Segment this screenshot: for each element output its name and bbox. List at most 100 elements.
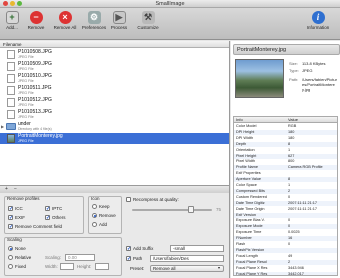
- list-bottom-bar: + −: [0, 185, 230, 193]
- iptc-checkbox[interactable]: ✓: [45, 206, 50, 212]
- property-key: Custom Rendered: [236, 194, 267, 199]
- process-button[interactable]: ▶ Process: [108, 10, 130, 38]
- add-suffix-checkbox[interactable]: ✓: [126, 246, 131, 252]
- suffix-field[interactable]: -small: [170, 245, 224, 252]
- property-row[interactable]: Color Space 1: [234, 183, 337, 188]
- property-row[interactable]: Compressed Bits 2: [234, 188, 337, 194]
- preferences-button[interactable]: ⚙ Preferences: [80, 10, 108, 38]
- path-checkbox[interactable]: ✓: [126, 256, 131, 262]
- icc-checkbox[interactable]: ✓: [8, 206, 13, 212]
- property-key: Orientation: [236, 147, 255, 152]
- property-row[interactable]: Orientation 1: [234, 147, 337, 153]
- property-row[interactable]: Pixel Height 627: [234, 153, 337, 159]
- remove-profiles-group: Remove profiles ✓ ICC ✓ IPTC ✓ EXIF ✓ Ot…: [4, 196, 84, 234]
- icon-keep-radio[interactable]: [92, 204, 97, 209]
- property-row[interactable]: DPI Width 180: [234, 136, 337, 141]
- property-row[interactable]: Focal Plane Y Res 3442.017: [234, 271, 337, 276]
- property-row[interactable]: FNumber 16: [234, 236, 337, 242]
- remove-button[interactable]: − Remove: [24, 10, 48, 38]
- property-key: Focal Plane X Res: [236, 265, 268, 270]
- width-field[interactable]: [60, 263, 74, 270]
- property-row[interactable]: DPI Height 180: [234, 129, 337, 135]
- property-value: 2: [288, 259, 291, 264]
- file-row[interactable]: P1010512.JPG JPEG File: [0, 97, 229, 108]
- customize-button[interactable]: ⚒ Customize: [134, 10, 162, 38]
- add-button[interactable]: + Add...: [2, 10, 22, 38]
- property-row[interactable]: Exposure Mode 0: [234, 224, 337, 230]
- property-row[interactable]: Focal Plane Resol 2: [234, 259, 337, 265]
- property-value: 2007:11:11 21:17: [288, 200, 317, 205]
- property-row[interactable]: Exif Version: [234, 212, 337, 218]
- property-row[interactable]: Color Model RGB: [234, 124, 337, 129]
- file-row[interactable]: P1010508.JPG JPEG File: [0, 49, 229, 60]
- quality-slider[interactable]: [132, 209, 212, 211]
- property-key: Aperture Value: [236, 177, 262, 182]
- property-value: 1: [288, 183, 291, 187]
- scaling-relative-radio[interactable]: [8, 255, 13, 260]
- property-row[interactable]: Focal Plane X Res 3443.946: [234, 265, 337, 271]
- property-row[interactable]: FlashPix Version: [234, 247, 337, 253]
- property-row[interactable]: Date Time Digitiz 2007:11:11 21:17: [234, 200, 337, 206]
- scaling-fixed-radio[interactable]: [8, 264, 13, 269]
- title-bar[interactable]: SmallImage: [0, 0, 340, 8]
- folder-row[interactable]: ▶ under Directory with 4 file(s): [0, 121, 229, 132]
- property-row[interactable]: Date Time Origin 2007:11:11 21:17: [234, 207, 337, 212]
- property-key: Pixel Width: [236, 159, 255, 164]
- path-field[interactable]: /Users/fabien/Des: [150, 255, 224, 262]
- remove-item-button[interactable]: −: [14, 186, 17, 193]
- property-row[interactable]: Flash 0: [234, 242, 337, 247]
- height-field[interactable]: [95, 263, 109, 270]
- property-key: Focal Plane Resol: [236, 259, 267, 264]
- chevron-down-icon: ▾: [218, 265, 221, 270]
- property-key: DPI Height: [236, 129, 255, 134]
- scaling-none-radio[interactable]: [8, 246, 13, 251]
- type-meta: Type: JPEG: [289, 68, 313, 73]
- property-key: Exif Version: [236, 212, 257, 217]
- quality-slider-knob[interactable]: [188, 206, 194, 213]
- remove-comment-checkbox[interactable]: ✓: [8, 224, 13, 230]
- preset-select[interactable]: Remove all: [150, 265, 224, 272]
- file-row[interactable]: P1010510.JPG JPEG File: [0, 73, 229, 84]
- property-value: 16: [288, 236, 293, 241]
- filename-column-header[interactable]: Filename: [0, 41, 229, 48]
- jpeg-file-icon: [7, 86, 15, 95]
- property-row[interactable]: Exif Properties: [234, 171, 337, 176]
- property-value: 800: [288, 159, 295, 164]
- property-value: 8: [288, 177, 291, 182]
- scaling-field[interactable]: 0.00: [65, 254, 95, 261]
- icon-remove-radio[interactable]: [92, 213, 97, 218]
- property-row[interactable]: Profile Name Camera RGB Profile: [234, 165, 337, 171]
- information-icon: i: [311, 11, 325, 24]
- information-button[interactable]: i Information: [300, 10, 336, 38]
- exif-checkbox[interactable]: ✓: [8, 215, 13, 221]
- property-value: 49: [288, 253, 293, 258]
- recompress-checkbox[interactable]: [126, 197, 131, 202]
- others-checkbox[interactable]: ✓: [45, 215, 50, 221]
- property-value: 3443.946: [288, 265, 304, 270]
- remove-icon: −: [29, 11, 43, 24]
- property-key: Compressed Bits: [236, 188, 265, 193]
- file-row[interactable]: P1010509.JPG JPEG File: [0, 61, 229, 72]
- disclosure-triangle-icon[interactable]: ▶: [1, 124, 4, 129]
- property-row[interactable]: Depth 8: [234, 141, 337, 147]
- icon-add-radio[interactable]: [92, 222, 97, 227]
- property-row[interactable]: Custom Rendered 0: [234, 194, 337, 200]
- property-row[interactable]: Pixel Width 800: [234, 159, 337, 164]
- properties-table[interactable]: Info Value Color Model RGB DPI Height 180 DP…: [233, 116, 338, 276]
- property-value: 0.0025: [288, 230, 300, 235]
- properties-header: Info Value: [234, 117, 337, 123]
- add-item-button[interactable]: +: [5, 186, 8, 193]
- property-value: Camera RGB Profile: [288, 165, 323, 170]
- file-row[interactable]: P1010511.JPG JPEG File: [0, 85, 229, 96]
- file-row-selected[interactable]: PortraitMonterey.jpg JPEG File: [0, 133, 229, 144]
- file-list[interactable]: Filename P1010508.JPG JPEG File P1010509…: [0, 41, 230, 185]
- property-value: 3442.017: [288, 271, 304, 276]
- property-row[interactable]: Exposure Bias V. 0: [234, 218, 337, 223]
- remove-all-button[interactable]: × Remove All: [50, 10, 80, 38]
- property-row[interactable]: Exposure Time 0.0025: [234, 230, 337, 235]
- property-row[interactable]: Focal Length 49: [234, 253, 337, 259]
- property-row[interactable]: Aperture Value 8: [234, 177, 337, 183]
- file-row[interactable]: P1010513.JPG JPEG File: [0, 109, 229, 120]
- app-window: SmallImage + Add... − Remove × Remove Al…: [0, 0, 340, 278]
- jpeg-file-icon: [7, 50, 15, 59]
